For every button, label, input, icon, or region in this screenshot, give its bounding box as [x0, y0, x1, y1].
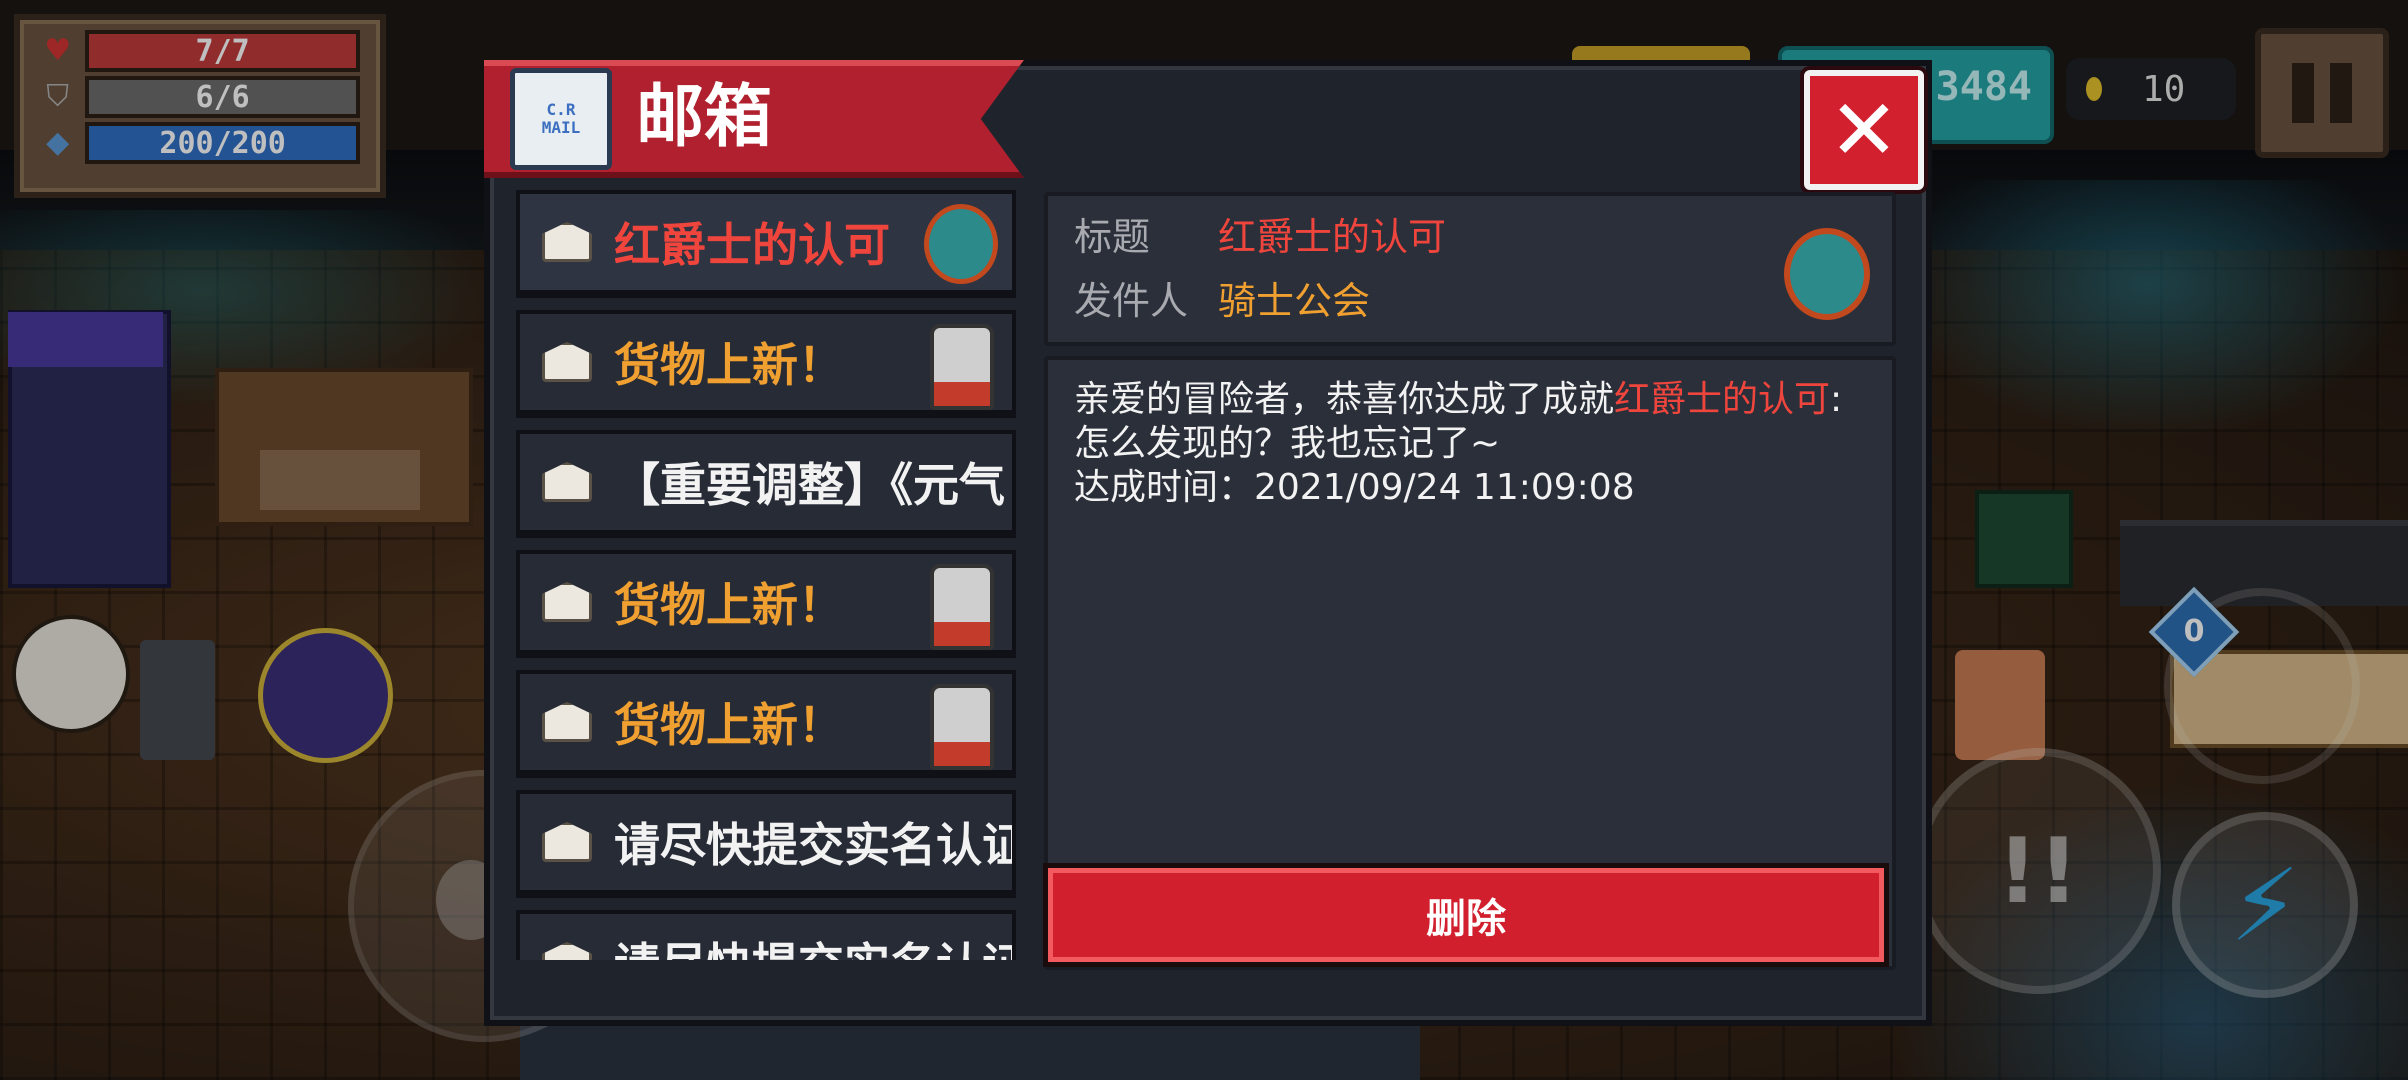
mail-list-item[interactable]: 货物上新！: [516, 550, 1016, 658]
mail-subject: 请尽快提交实名认证: [614, 818, 1016, 872]
mail-sender-value: 骑士公会: [1218, 279, 1371, 323]
envelope-icon: [542, 582, 592, 622]
envelope-icon: [542, 822, 592, 862]
merchant-avatar-icon: [930, 564, 994, 650]
mail-list-item[interactable]: 货物上新！: [516, 310, 1016, 418]
mail-subject: 货物上新！: [614, 578, 844, 632]
mail-list-item[interactable]: 红爵士的认可: [516, 190, 1016, 298]
envelope-icon: [542, 342, 592, 382]
mail-list[interactable]: 红爵士的认可 货物上新！ 【重要调整】《元气 货物上新！ 货物上新！ 请尽快提交…: [516, 190, 1022, 960]
achievement-time: 达成时间：2021/09/24 11:09:08: [1074, 467, 1635, 508]
mail-subject: 【重要调整】《元气: [614, 458, 1005, 512]
envelope-icon: [542, 702, 592, 742]
envelope-icon: [542, 222, 592, 262]
close-button[interactable]: ✕: [1804, 70, 1924, 190]
mail-subject: 货物上新！: [614, 338, 844, 392]
mail-subject: 红爵士的认可: [614, 218, 890, 272]
mail-body-text: 亲爱的冒险者，恭喜你达成了成就红爵士的认可:怎么发现的？我也忘记了~ 达成时间：…: [1074, 378, 1864, 510]
envelope-icon: [542, 462, 592, 502]
merchant-avatar-icon: [930, 684, 994, 770]
mail-list-item[interactable]: 请尽快提交实名认证: [516, 790, 1016, 898]
mail-list-item[interactable]: 请尽快提交实名认证: [516, 910, 1016, 960]
mail-title-value: 红爵士的认可: [1218, 215, 1447, 259]
mail-list-item[interactable]: 【重要调整】《元气: [516, 430, 1016, 538]
mailbox-title: 邮箱: [636, 78, 773, 157]
sender-label: 发件人: [1074, 279, 1189, 323]
knight-avatar-icon: [924, 204, 998, 284]
mail-header: 标题 红爵士的认可 发件人 骑士公会: [1044, 192, 1896, 346]
knight-avatar-icon: [1784, 228, 1870, 320]
body-highlight: 红爵士的认可: [1614, 379, 1831, 420]
mail-list-item[interactable]: 货物上新！: [516, 670, 1016, 778]
mail-envelope-icon: C.R MAIL: [510, 68, 612, 170]
envelope-icon: [542, 942, 592, 960]
close-icon: ✕: [1828, 81, 1900, 179]
mail-subject: 货物上新！: [614, 698, 844, 752]
mail-icon-label: C.R: [546, 100, 576, 119]
merchant-avatar-icon: [930, 324, 994, 410]
mail-subject: 请尽快提交实名认证: [614, 929, 1012, 960]
mail-icon-label: MAIL: [541, 118, 581, 137]
delete-button[interactable]: 删除: [1048, 868, 1884, 962]
body-prefix: 亲爱的冒险者，恭喜你达成了成就: [1074, 379, 1615, 420]
title-label: 标题: [1074, 215, 1151, 259]
